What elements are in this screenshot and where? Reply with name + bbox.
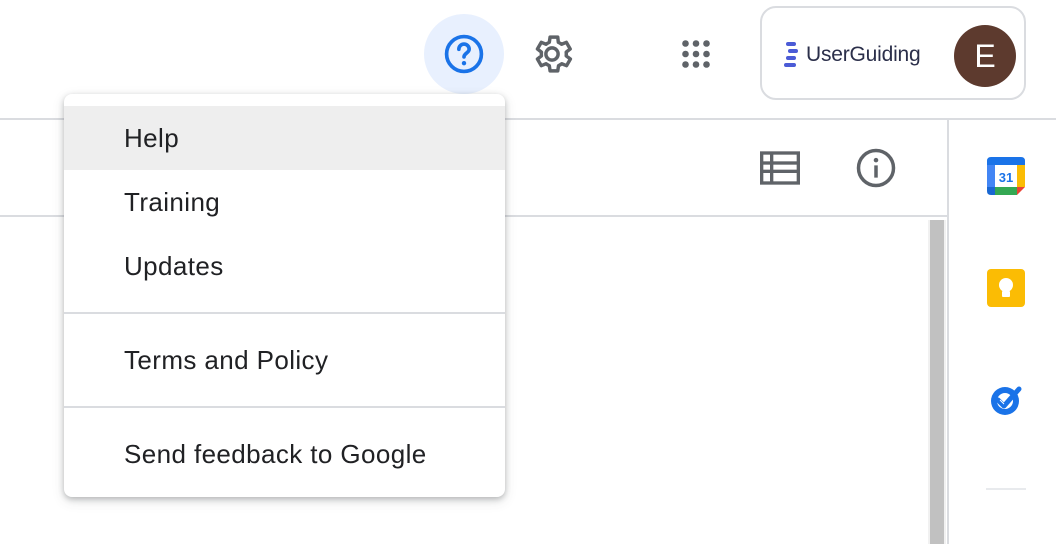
help-circle-icon — [444, 34, 484, 74]
menu-divider — [64, 312, 505, 314]
avatar[interactable]: E — [954, 25, 1016, 87]
calendar-icon: 31 — [987, 157, 1025, 195]
userguiding-logo: UserGuiding — [784, 42, 921, 68]
page: UserGuiding E 31 Help Training Updates T… — [0, 0, 1056, 544]
gear-icon — [535, 35, 573, 73]
side-app-keep[interactable] — [980, 262, 1032, 314]
userguiding-logo-icon — [784, 42, 798, 67]
calendar-icon-text: 31 — [999, 170, 1013, 185]
menu-item-help[interactable]: Help — [64, 106, 505, 170]
apps-grid-icon — [682, 40, 710, 68]
info-icon — [856, 148, 896, 188]
info-button[interactable] — [848, 140, 904, 196]
menu-item-updates[interactable]: Updates — [64, 234, 505, 298]
settings-button[interactable] — [512, 14, 592, 94]
scrollbar[interactable] — [928, 220, 946, 544]
side-panel-divider — [947, 118, 949, 544]
list-view-icon — [760, 151, 800, 185]
tasks-icon — [991, 386, 1022, 415]
apps-button[interactable] — [656, 14, 736, 94]
side-app-calendar[interactable]: 31 — [980, 150, 1032, 202]
help-menu: Help Training Updates Terms and Policy S… — [64, 94, 505, 497]
menu-divider — [64, 406, 505, 408]
menu-item-send-feedback[interactable]: Send feedback to Google — [64, 422, 505, 486]
side-app-tasks[interactable] — [980, 374, 1032, 426]
menu-item-terms-and-policy[interactable]: Terms and Policy — [64, 328, 505, 392]
list-view-button[interactable] — [752, 140, 808, 196]
scrollbar-thumb[interactable] — [930, 220, 944, 544]
keep-icon — [987, 269, 1025, 307]
side-panel-short-divider — [986, 488, 1026, 490]
account-switcher[interactable]: UserGuiding E — [760, 6, 1026, 100]
brand-text: UserGuiding — [806, 43, 921, 66]
menu-item-training[interactable]: Training — [64, 170, 505, 234]
help-button[interactable] — [424, 14, 504, 94]
